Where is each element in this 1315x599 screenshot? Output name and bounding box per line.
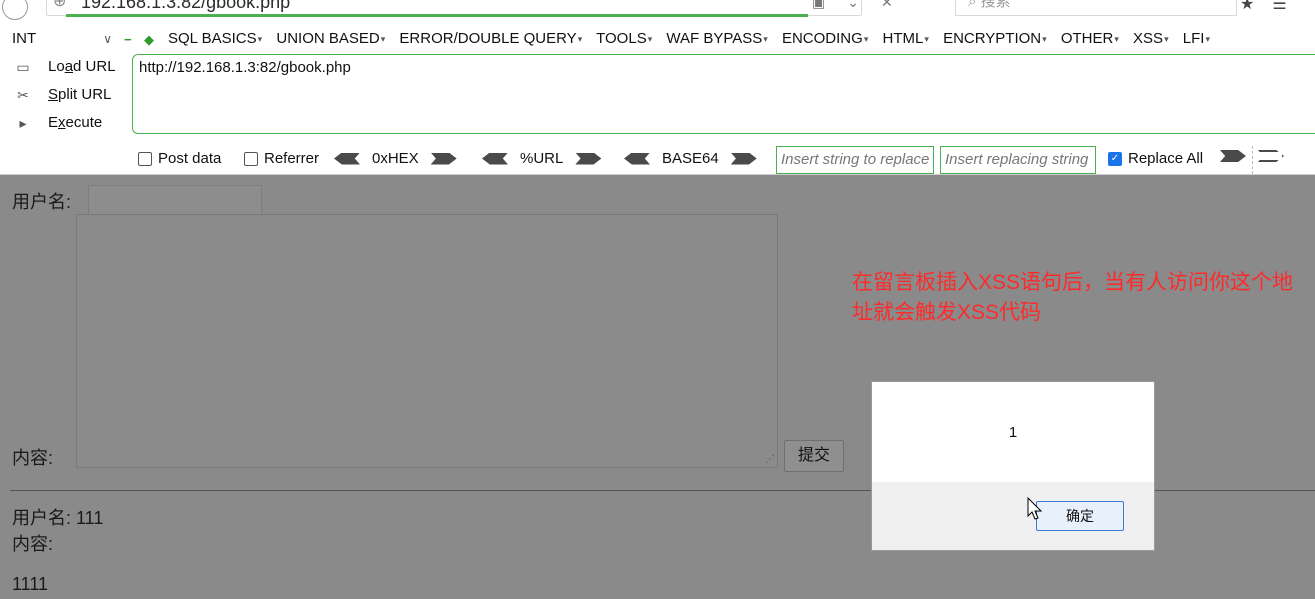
post-data-checkbox[interactable]: Post data [138, 150, 221, 167]
plus-icon[interactable]: ◆ [144, 32, 154, 48]
insert-string-input[interactable]: Insert string to replace [776, 146, 934, 174]
annotation-line-2: 址就会触发XSS代码 [852, 301, 1042, 324]
menu-union-based[interactable]: UNION BASED [276, 30, 385, 47]
url-textarea[interactable]: http://192.168.1.3:82/gbook.php [132, 54, 1315, 134]
ok-button[interactable]: 确定 [1036, 501, 1124, 531]
load-url-icon: ▭ [16, 59, 30, 75]
menu-lfi[interactable]: LFI [1183, 30, 1210, 47]
shield-icon[interactable]: ▣ [812, 0, 847, 10]
search-icon: ⌕ [968, 0, 981, 10]
menu-tools[interactable]: TOOLS [596, 30, 652, 47]
browser-right-icons: ★☰ [1240, 0, 1305, 14]
menu-sql-basics[interactable]: SQL BASICS [168, 30, 262, 47]
submit-button[interactable]: 提交 [784, 440, 844, 472]
scissors-icon: ✂ [17, 87, 29, 103]
page-icon: ⊕ [53, 0, 67, 10]
replace-arrow-outline [1258, 150, 1284, 162]
address-text: 192.168.1.3:82/gbook.php [81, 0, 291, 12]
entry-username: 用户名: 111 [12, 508, 104, 528]
replace-all-checkbox[interactable]: ✓ Replace All [1108, 150, 1203, 167]
menu-other[interactable]: OTHER [1061, 30, 1119, 47]
hex-decode-arrow-icon[interactable] [334, 152, 360, 165]
replace-outline-arrow-icon[interactable] [1258, 150, 1284, 162]
toolbar-separator [1252, 146, 1253, 174]
url-decode-arrow-icon[interactable] [482, 152, 508, 165]
split-url-button[interactable]: ✂ Split URL [10, 84, 120, 112]
browser-toolbar: ⊕ 192.168.1.3:82/gbook.php ▣⌄✕ ⌕ 搜索 ★☰ [0, 0, 1315, 26]
url-textarea-value: http://192.168.1.3:82/gbook.php [139, 59, 351, 76]
alert-message: 1 [1008, 424, 1018, 441]
check-icon[interactable]: ✓ [1108, 151, 1122, 166]
load-url-label: Load URL [48, 58, 116, 75]
minus-icon[interactable]: − [124, 32, 132, 47]
dropdown-icon[interactable]: ⌄ [847, 0, 881, 10]
url-encoder: %URL [482, 150, 602, 167]
replace-action [1220, 150, 1246, 162]
search-box[interactable]: ⌕ 搜索 [955, 0, 1237, 16]
hex-label: 0xHEX [372, 150, 419, 167]
hackbar-tools-row: Post data Referrer 0xHEX %URL BASE64 Ins… [136, 146, 1315, 174]
search-placeholder: 搜索 [980, 0, 1011, 10]
content-label: 内容: [12, 448, 54, 468]
referrer-checkbox[interactable]: Referrer [244, 150, 319, 167]
execute-button[interactable]: ▸ Execute [10, 112, 120, 140]
username-input[interactable] [88, 185, 262, 215]
hackbar-menu: INT ∨ − ◆ SQL BASICS UNION BASED ERROR/D… [0, 28, 1315, 52]
hackbar-panel: INT ∨ − ◆ SQL BASICS UNION BASED ERROR/D… [0, 26, 1315, 175]
menu-html[interactable]: HTML [883, 30, 929, 47]
content-textarea[interactable]: ⋰ [76, 214, 778, 468]
back-button[interactable] [2, 0, 28, 20]
entry-content: 1111 [12, 574, 49, 594]
split-url-label: Split URL [48, 86, 112, 103]
type-select-value: INT [12, 30, 37, 47]
insert-string-placeholder: Insert string to replace [781, 151, 930, 168]
mouse-cursor-icon [1027, 497, 1043, 520]
entry-content-label: 内容: [12, 534, 54, 554]
menu-items: SQL BASICS UNION BASED ERROR/DOUBLE QUER… [168, 28, 1220, 50]
hex-encode-arrow-icon[interactable] [430, 152, 457, 165]
address-bar-icons: ▣⌄✕ [812, 0, 915, 11]
annotation-line-1: 在留言板插入XSS语句后，当有人访问你这个地 [852, 271, 1294, 294]
alert-dialog: 1 确定 [872, 382, 1154, 550]
hex-encoder: 0xHEX [334, 150, 457, 167]
referrer-box[interactable] [244, 151, 258, 166]
base64-encoder: BASE64 [624, 150, 757, 167]
base64-label: BASE64 [662, 150, 719, 167]
alert-footer: 确定 [872, 482, 1154, 550]
post-data-box[interactable] [138, 151, 152, 166]
post-data-label: Post data [158, 150, 222, 167]
menu-encoding[interactable]: ENCODING [782, 30, 868, 47]
referrer-label: Referrer [264, 150, 320, 167]
hackbar-actions: ▭ Load URL ✂ Split URL ▸ Execute [10, 56, 120, 140]
url-enc-label: %URL [520, 150, 564, 167]
annotation-text: 在留言板插入XSS语句后，当有人访问你这个地 址就会触发XSS代码 [852, 268, 1315, 328]
replace-all-label: Replace All [1128, 150, 1204, 167]
load-url-button[interactable]: ▭ Load URL [10, 56, 120, 84]
execute-label: Execute [48, 114, 103, 131]
close-icon[interactable]: ✕ [881, 0, 915, 10]
type-select[interactable]: INT ∨ [12, 28, 116, 50]
menu-encryption[interactable]: ENCRYPTION [943, 30, 1047, 47]
chevron-down-icon: ∨ [103, 32, 112, 46]
url-encode-arrow-icon[interactable] [575, 152, 602, 165]
page-load-progress [66, 14, 808, 17]
menu-icon[interactable]: ☰ [1272, 0, 1304, 13]
insert-replacing-placeholder: Insert replacing string [945, 151, 1089, 168]
insert-replacing-input[interactable]: Insert replacing string [940, 146, 1096, 174]
resize-handle-icon[interactable]: ⋰ [765, 454, 775, 465]
base64-encode-arrow-icon[interactable] [730, 152, 757, 165]
menu-waf-bypass[interactable]: WAF BYPASS [666, 30, 767, 47]
username-label: 用户名: [12, 192, 72, 212]
menu-xss[interactable]: XSS [1133, 30, 1169, 47]
bookmark-icon[interactable]: ★ [1240, 0, 1272, 13]
replace-arrow-icon[interactable] [1220, 150, 1246, 162]
menu-error-double-query[interactable]: ERROR/DOUBLE QUERY [399, 30, 582, 47]
play-icon: ▸ [19, 115, 27, 131]
base64-decode-arrow-icon[interactable] [624, 152, 650, 165]
